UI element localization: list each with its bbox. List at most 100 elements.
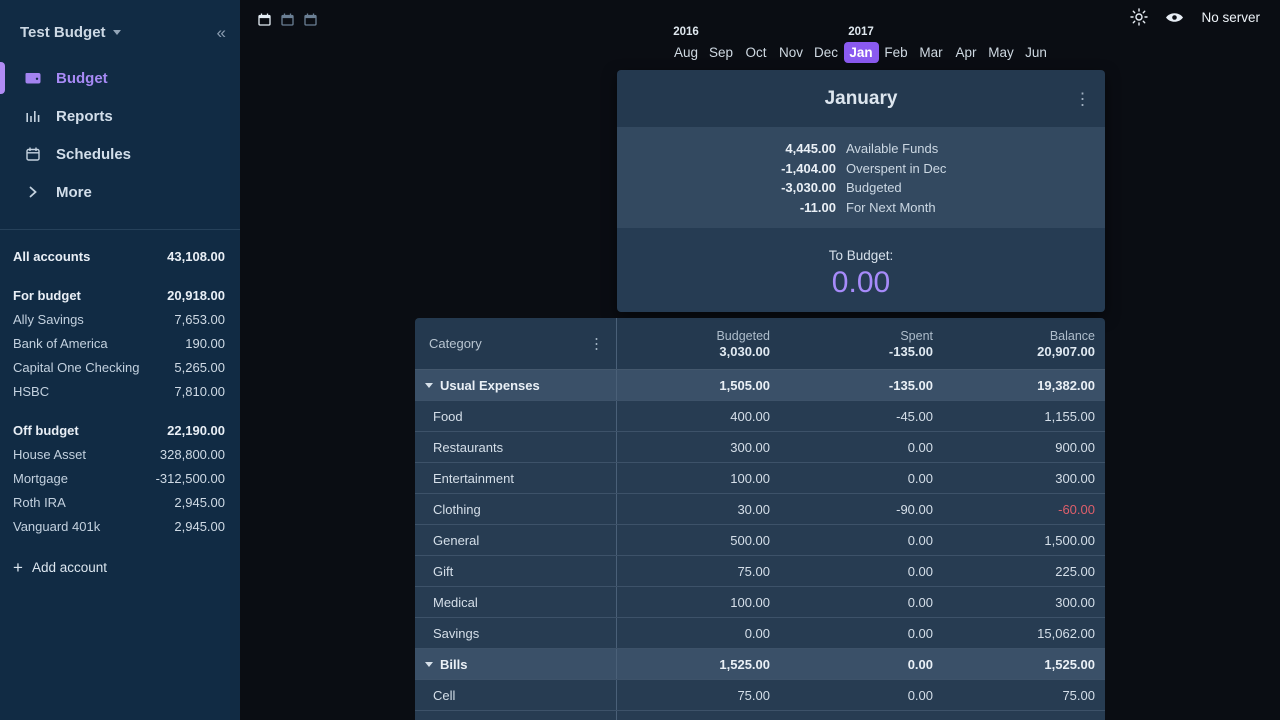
budgeted-value[interactable]: 75.00 bbox=[617, 680, 780, 710]
balance-value[interactable]: 75.00 bbox=[943, 680, 1105, 710]
month-button-may[interactable]: May bbox=[984, 42, 1019, 63]
spent-value[interactable]: 0.00 bbox=[780, 649, 943, 679]
month-button-aug[interactable]: Aug bbox=[669, 42, 704, 63]
balance-value[interactable]: 1,500.00 bbox=[943, 525, 1105, 555]
budgeted-value[interactable]: 1,525.00 bbox=[617, 649, 780, 679]
category-name-cell[interactable]: Gift bbox=[415, 556, 617, 586]
spent-value[interactable]: 0.00 bbox=[780, 556, 943, 586]
theme-sun-icon[interactable] bbox=[1130, 8, 1148, 26]
category-name-cell[interactable]: General bbox=[415, 525, 617, 555]
sidebar-collapse-icon[interactable]: « bbox=[217, 24, 226, 41]
sidebar-item-schedules[interactable]: Schedules bbox=[0, 135, 240, 173]
month-button-apr[interactable]: Apr bbox=[949, 42, 984, 63]
balance-value[interactable]: 300.00 bbox=[943, 587, 1105, 617]
month-button-dec[interactable]: Dec bbox=[809, 42, 844, 63]
category-name-cell[interactable]: Entertainment bbox=[415, 463, 617, 493]
category-name-cell[interactable]: Savings bbox=[415, 618, 617, 648]
category-name-cell[interactable]: Cell bbox=[415, 680, 617, 710]
balance-value[interactable]: 900.00 bbox=[943, 432, 1105, 462]
sidebar-item-for-budget[interactable]: For budget 20,918.00 bbox=[13, 283, 225, 307]
collapse-triangle-icon[interactable] bbox=[425, 662, 433, 667]
budgeted-value[interactable]: 100.00 bbox=[617, 587, 780, 617]
account-balance: 5,265.00 bbox=[174, 360, 225, 375]
category-name-cell[interactable]: Usual Expenses bbox=[415, 370, 617, 400]
spent-value[interactable]: -135.00 bbox=[780, 370, 943, 400]
budgeted-column-header[interactable]: Budgeted 3,030.00 bbox=[617, 318, 780, 369]
budgeted-value[interactable]: 0.00 bbox=[617, 618, 780, 648]
budget-category-row[interactable]: Entertainment100.000.00300.00 bbox=[415, 463, 1105, 494]
sidebar-item-budget[interactable]: Budget bbox=[0, 59, 240, 97]
spent-value[interactable]: -90.00 bbox=[780, 494, 943, 524]
balance-value[interactable]: -60.00 bbox=[943, 494, 1105, 524]
balance-value[interactable]: 15,062.00 bbox=[943, 618, 1105, 648]
budget-switcher[interactable]: Test Budget bbox=[20, 24, 121, 41]
to-budget-section: To Budget: 0.00 bbox=[617, 228, 1105, 312]
spent-value[interactable]: 0.00 bbox=[780, 463, 943, 493]
two-month-view-icon[interactable] bbox=[278, 10, 296, 28]
spent-value[interactable]: -45.00 bbox=[780, 401, 943, 431]
sidebar-account-row[interactable]: Vanguard 401k2,945.00 bbox=[13, 514, 225, 538]
spent-value[interactable]: 0.00 bbox=[780, 587, 943, 617]
budgeted-value[interactable]: 75.00 bbox=[617, 556, 780, 586]
category-name-cell[interactable]: Bills bbox=[415, 649, 617, 679]
to-budget-value[interactable]: 0.00 bbox=[617, 266, 1105, 300]
sidebar-item-all-accounts[interactable]: All accounts 43,108.00 bbox=[13, 244, 225, 268]
balance-value[interactable]: 225.00 bbox=[943, 556, 1105, 586]
category-name-cell[interactable]: Medical bbox=[415, 587, 617, 617]
month-menu-kebab-icon[interactable]: ⋮ bbox=[1074, 90, 1091, 107]
sidebar-account-row[interactable]: Mortgage-312,500.00 bbox=[13, 466, 225, 490]
budgeted-value[interactable]: 100.00 bbox=[617, 463, 780, 493]
balance-value[interactable]: 300.00 bbox=[943, 463, 1105, 493]
month-button-oct[interactable]: Oct bbox=[739, 42, 774, 63]
budgeted-value[interactable]: 30.00 bbox=[617, 494, 780, 524]
category-name-cell[interactable]: Clothing bbox=[415, 494, 617, 524]
budgeted-value[interactable]: 300.00 bbox=[617, 432, 780, 462]
three-month-view-icon[interactable] bbox=[301, 10, 319, 28]
sidebar-item-off-budget[interactable]: Off budget 22,190.00 bbox=[13, 418, 225, 442]
month-button-feb[interactable]: Feb bbox=[879, 42, 914, 63]
spent-value[interactable]: 0.00 bbox=[780, 525, 943, 555]
budget-category-row[interactable]: Savings0.000.0015,062.00 bbox=[415, 618, 1105, 649]
budget-group-row[interactable]: Usual Expenses1,505.00-135.0019,382.00 bbox=[415, 370, 1105, 401]
one-month-view-icon[interactable] bbox=[255, 10, 273, 28]
sidebar-account-row[interactable]: House Asset328,800.00 bbox=[13, 442, 225, 466]
budgeted-value[interactable]: 400.00 bbox=[617, 401, 780, 431]
server-status-button[interactable]: No server bbox=[1201, 10, 1260, 25]
budget-category-row[interactable]: Clothing30.00-90.00-60.00 bbox=[415, 494, 1105, 525]
budget-category-row[interactable]: Gift75.000.00225.00 bbox=[415, 556, 1105, 587]
spent-value[interactable]: 0.00 bbox=[780, 432, 943, 462]
sidebar-account-row[interactable]: Bank of America190.00 bbox=[13, 331, 225, 355]
balance-value[interactable]: 1,155.00 bbox=[943, 401, 1105, 431]
sidebar-account-row[interactable]: Roth IRA2,945.00 bbox=[13, 490, 225, 514]
sidebar-item-reports[interactable]: Reports bbox=[0, 97, 240, 135]
sidebar-item-more[interactable]: More bbox=[0, 173, 240, 211]
privacy-eye-icon[interactable] bbox=[1165, 11, 1184, 24]
budget-category-row[interactable]: Food400.00-45.001,155.00 bbox=[415, 401, 1105, 432]
month-button-mar[interactable]: Mar bbox=[914, 42, 949, 63]
month-button-sep[interactable]: Sep bbox=[704, 42, 739, 63]
month-button-jun[interactable]: Jun bbox=[1019, 42, 1054, 63]
budget-category-row[interactable]: General500.000.001,500.00 bbox=[415, 525, 1105, 556]
add-account-button[interactable]: + Add account bbox=[13, 559, 225, 576]
budget-group-row[interactable]: Bills1,525.000.001,525.00 bbox=[415, 649, 1105, 680]
spent-value[interactable]: 0.00 bbox=[780, 680, 943, 710]
budget-category-row[interactable]: Restaurants300.000.00900.00 bbox=[415, 432, 1105, 463]
budget-category-row[interactable]: Medical100.000.00300.00 bbox=[415, 587, 1105, 618]
spent-value[interactable]: 0.00 bbox=[780, 618, 943, 648]
collapse-triangle-icon[interactable] bbox=[425, 383, 433, 388]
balance-value[interactable]: 1,525.00 bbox=[943, 649, 1105, 679]
month-button-nov[interactable]: Nov bbox=[774, 42, 809, 63]
balance-column-header[interactable]: Balance 20,907.00 bbox=[943, 318, 1105, 369]
balance-value[interactable]: 19,382.00 bbox=[943, 370, 1105, 400]
budgeted-value[interactable]: 1,505.00 bbox=[617, 370, 780, 400]
category-name-cell[interactable]: Restaurants bbox=[415, 432, 617, 462]
month-button-jan[interactable]: Jan bbox=[844, 42, 879, 63]
category-menu-kebab-icon[interactable]: ⋮ bbox=[589, 336, 604, 351]
sidebar-account-row[interactable]: HSBC7,810.00 bbox=[13, 379, 225, 403]
category-name-cell[interactable]: Food bbox=[415, 401, 617, 431]
budget-category-row[interactable]: Cell75.000.0075.00 bbox=[415, 680, 1105, 711]
sidebar-account-row[interactable]: Capital One Checking5,265.00 bbox=[13, 355, 225, 379]
spent-column-header[interactable]: Spent -135.00 bbox=[780, 318, 943, 369]
budgeted-value[interactable]: 500.00 bbox=[617, 525, 780, 555]
sidebar-account-row[interactable]: Ally Savings7,653.00 bbox=[13, 307, 225, 331]
